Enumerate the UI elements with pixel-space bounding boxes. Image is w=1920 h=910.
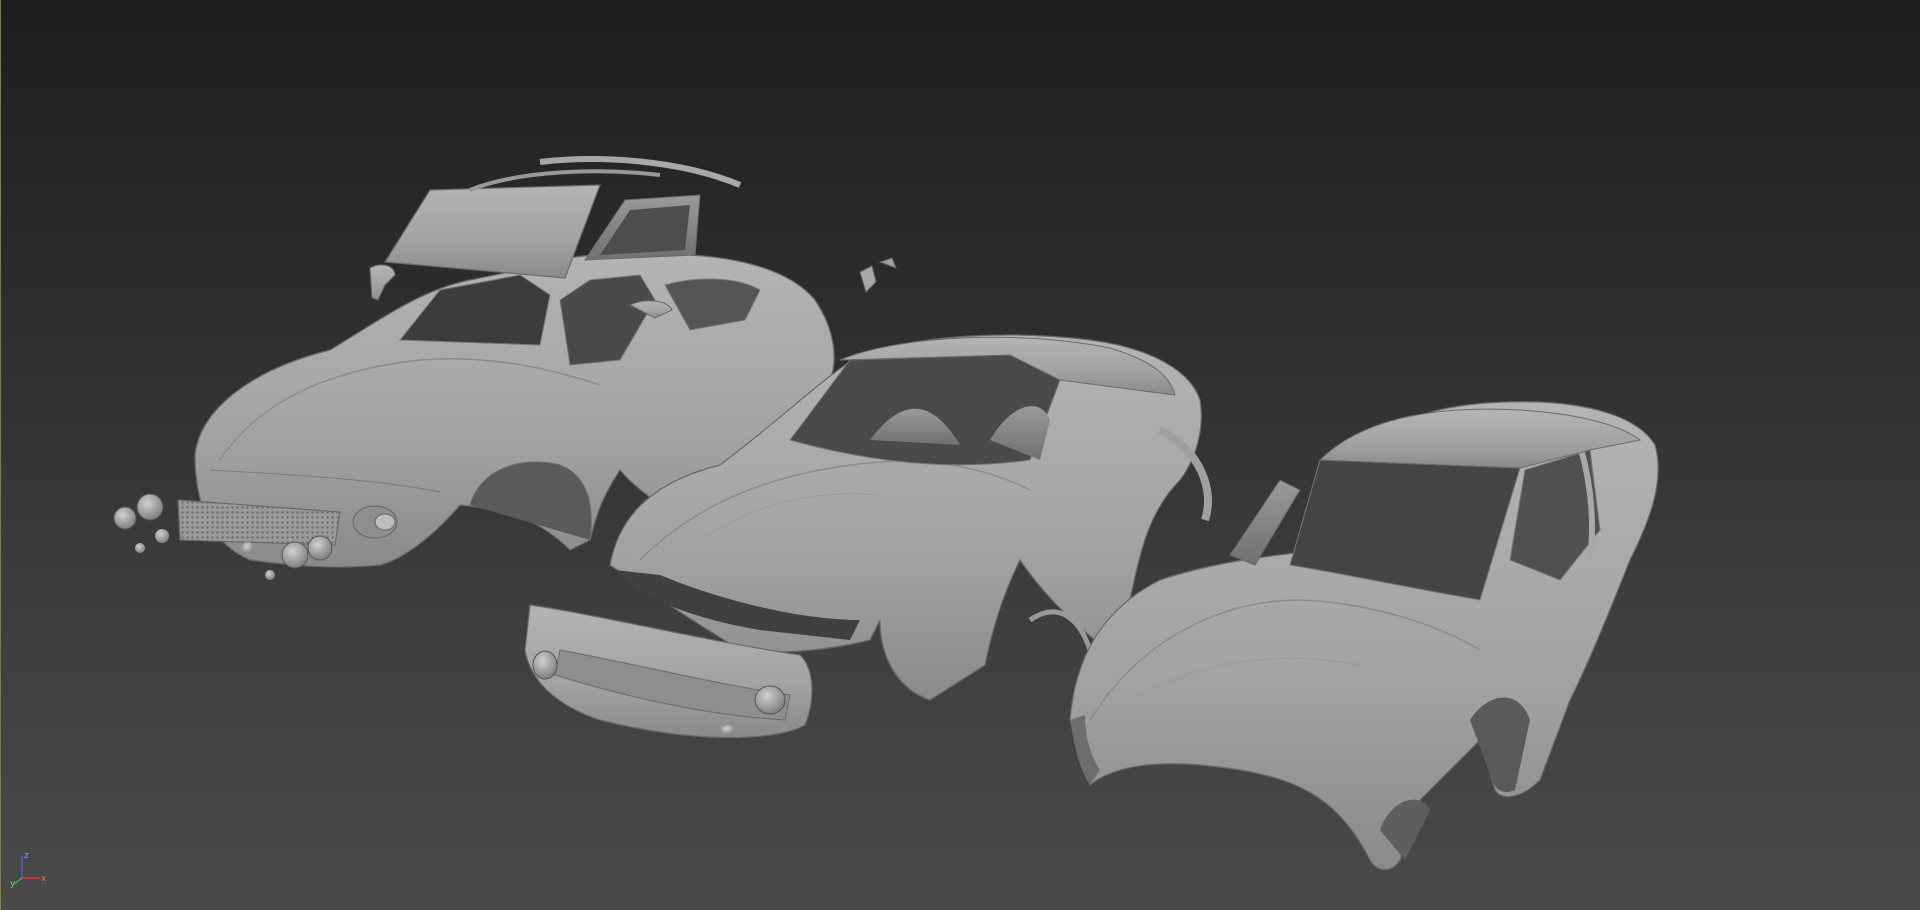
axis-tripod-icon: z x y (10, 851, 47, 888)
axis-x-label: x (41, 874, 47, 884)
3d-viewport[interactable]: z x y (0, 0, 1920, 910)
axis-y-label: y (10, 879, 16, 888)
axis-z-label: z (24, 851, 29, 861)
scene-canvas[interactable] (0, 0, 1920, 910)
